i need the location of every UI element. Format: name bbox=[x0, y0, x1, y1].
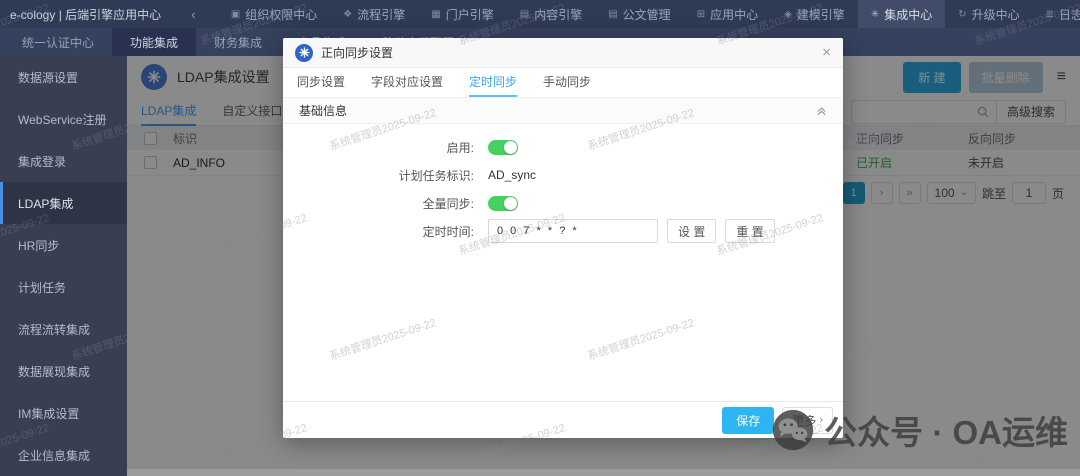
subnav-tab-label: 统一认证中心 bbox=[22, 34, 94, 51]
subnav-tab-finance-integration[interactable]: 财务集成 bbox=[196, 28, 280, 56]
workflow-engine-icon bbox=[343, 9, 352, 20]
modeling-engine-icon bbox=[784, 9, 792, 20]
upgrade-center-icon bbox=[958, 9, 966, 20]
modal-body: 启用: 计划任务标识: AD_sync 全量同步: 定时时间: 设 置 重 置 bbox=[283, 124, 843, 401]
topbar-item-label: 内容引擎 bbox=[534, 6, 582, 23]
log-center-icon bbox=[1046, 9, 1054, 20]
topbar-item-label: 升级中心 bbox=[972, 6, 1020, 23]
section-title: 基础信息 bbox=[299, 102, 347, 119]
topbar-item-label: 集成中心 bbox=[884, 6, 932, 23]
topbar-item-content-engine[interactable]: 内容引擎 bbox=[507, 0, 595, 28]
app-center-icon bbox=[697, 9, 705, 20]
basic-info-section-header[interactable]: 基础信息 bbox=[283, 98, 843, 124]
topbar-item-label: 应用中心 bbox=[710, 6, 758, 23]
topbar-item-label: 建模引擎 bbox=[797, 6, 845, 23]
integration-center-icon bbox=[871, 9, 879, 20]
close-icon[interactable]: × bbox=[822, 45, 831, 60]
topbar-menu: 组织权限中心 流程引擎 门户引擎 内容引擎 公文管理 应用中心 建模引擎 集成 bbox=[218, 0, 1080, 28]
topbar-item-portal-engine[interactable]: 门户引擎 bbox=[418, 0, 506, 28]
topbar-item-app-center[interactable]: 应用中心 bbox=[684, 0, 771, 28]
full-sync-label: 全量同步: bbox=[283, 195, 488, 212]
topbar: e-cology | 后端引擎应用中心 ‹ 组织权限中心 流程引擎 门户引擎 内… bbox=[0, 0, 1080, 28]
subnav-tab-label: 功能集成 bbox=[130, 34, 178, 51]
modal-title: 正向同步设置 bbox=[321, 44, 393, 61]
set-button[interactable]: 设 置 bbox=[667, 219, 716, 243]
sidebar-item-label: 流程流转集成 bbox=[18, 321, 90, 338]
modal-tab-field-mapping[interactable]: 字段对应设置 bbox=[371, 68, 443, 97]
sidebar-item-label: IM集成设置 bbox=[18, 405, 79, 422]
sidebar-item-scheduled-tasks[interactable]: 计划任务 bbox=[0, 266, 127, 308]
subnav-tab-label: 财务集成 bbox=[214, 34, 262, 51]
modal-tabs: 同步设置 字段对应设置 定时同步 手动同步 bbox=[283, 68, 843, 98]
app-brand: e-cology | 后端引擎应用中心 bbox=[10, 6, 161, 23]
modal-tab-manual-sync[interactable]: 手动同步 bbox=[543, 68, 591, 97]
task-id-label: 计划任务标识: bbox=[283, 167, 488, 184]
sidebar-item-enterprise-info-integration[interactable]: 企业信息集成 bbox=[0, 434, 127, 476]
sidebar-item-workflow-transfer-integration[interactable]: 流程流转集成 bbox=[0, 308, 127, 350]
subnav-tab-unified-auth[interactable]: 统一认证中心 bbox=[4, 28, 112, 56]
sidebar-item-im-integration-settings[interactable]: IM集成设置 bbox=[0, 392, 127, 434]
sidebar-item-label: 数据展现集成 bbox=[18, 363, 90, 380]
modal-footer: 保存 更多 › bbox=[283, 401, 843, 438]
topbar-item-label: 组织权限中心 bbox=[245, 6, 317, 23]
org-permission-icon bbox=[231, 9, 240, 20]
sidebar-item-label: 集成登录 bbox=[18, 153, 66, 170]
more-button[interactable]: 更多 › bbox=[782, 407, 833, 434]
topbar-item-log-center[interactable]: 日志中心 bbox=[1033, 0, 1080, 28]
chevron-right-icon: › bbox=[819, 414, 823, 426]
enable-toggle[interactable] bbox=[488, 140, 518, 155]
topbar-item-label: 公文管理 bbox=[623, 6, 671, 23]
task-id-row: 计划任务标识: AD_sync bbox=[283, 164, 843, 186]
doc-management-icon bbox=[608, 9, 617, 20]
sidebar-item-data-display-integration[interactable]: 数据展现集成 bbox=[0, 350, 127, 392]
sidebar-item-label: 计划任务 bbox=[18, 279, 66, 296]
cron-label: 定时时间: bbox=[283, 223, 488, 240]
topbar-item-org-permission[interactable]: 组织权限中心 bbox=[218, 0, 330, 28]
modal-tab-sync-settings[interactable]: 同步设置 bbox=[297, 68, 345, 97]
sidebar-item-datasource-settings[interactable]: 数据源设置 bbox=[0, 56, 127, 98]
cron-row: 定时时间: 设 置 重 置 bbox=[283, 220, 843, 242]
sidebar-item-label: 企业信息集成 bbox=[18, 447, 90, 464]
topbar-item-label: 门户引擎 bbox=[446, 6, 494, 23]
modal-header: 正向同步设置 × bbox=[283, 38, 843, 68]
enable-row: 启用: bbox=[283, 136, 843, 158]
sidebar-item-ldap-integration[interactable]: LDAP集成 bbox=[0, 182, 127, 224]
toggle-knob bbox=[504, 197, 517, 210]
topbar-item-label: 日志中心 bbox=[1059, 6, 1080, 23]
reset-button[interactable]: 重 置 bbox=[725, 219, 774, 243]
sidebar-item-label: WebService注册 bbox=[18, 111, 106, 128]
enable-label: 启用: bbox=[283, 139, 488, 156]
sidebar-item-label: HR同步 bbox=[18, 237, 59, 254]
toggle-knob bbox=[504, 141, 517, 154]
full-sync-toggle[interactable] bbox=[488, 196, 518, 211]
content-engine-icon bbox=[520, 9, 529, 20]
sidebar-item-label: 数据源设置 bbox=[18, 69, 78, 86]
topbar-item-doc-management[interactable]: 公文管理 bbox=[595, 0, 683, 28]
horizontal-scrollbar[interactable] bbox=[127, 469, 1080, 476]
topbar-item-integration-center[interactable]: 集成中心 bbox=[858, 0, 945, 28]
save-button[interactable]: 保存 bbox=[722, 407, 774, 434]
sidebar-item-hr-sync[interactable]: HR同步 bbox=[0, 224, 127, 266]
topbar-item-label: 流程引擎 bbox=[357, 6, 405, 23]
collapse-up-icon[interactable] bbox=[816, 105, 827, 116]
topbar-item-upgrade-center[interactable]: 升级中心 bbox=[945, 0, 1032, 28]
topbar-item-modeling-engine[interactable]: 建模引擎 bbox=[771, 0, 858, 28]
portal-engine-icon bbox=[431, 9, 440, 20]
forward-sync-settings-modal: 正向同步设置 × 同步设置 字段对应设置 定时同步 手动同步 基础信息 启用: … bbox=[283, 38, 843, 438]
sync-settings-icon bbox=[295, 44, 313, 62]
full-sync-row: 全量同步: bbox=[283, 192, 843, 214]
task-id-value: AD_sync bbox=[488, 168, 536, 182]
modal-tab-scheduled-sync[interactable]: 定时同步 bbox=[469, 68, 517, 97]
more-label: 更多 bbox=[792, 412, 816, 429]
subnav-tab-function-integration[interactable]: 功能集成 bbox=[112, 28, 196, 56]
sidebar: 数据源设置 WebService注册 集成登录 LDAP集成 HR同步 计划任务… bbox=[0, 56, 127, 476]
topbar-item-workflow-engine[interactable]: 流程引擎 bbox=[330, 0, 418, 28]
collapse-back-icon[interactable]: ‹ bbox=[191, 6, 196, 22]
cron-expression-input[interactable] bbox=[488, 219, 658, 243]
sidebar-item-webservice-register[interactable]: WebService注册 bbox=[0, 98, 127, 140]
sidebar-item-label: LDAP集成 bbox=[18, 195, 73, 212]
sidebar-item-integration-login[interactable]: 集成登录 bbox=[0, 140, 127, 182]
